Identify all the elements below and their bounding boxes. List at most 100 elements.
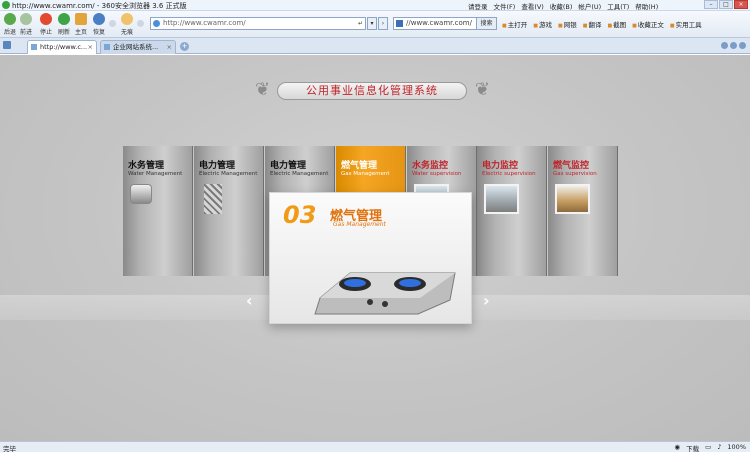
incognito-icon: [121, 13, 133, 25]
forward-arrow-icon: [20, 13, 32, 25]
window-title: http://www.cwamr.com/ - 360安全浏览器 3.6 正式版: [12, 2, 187, 10]
forward-button[interactable]: 前进: [17, 13, 35, 36]
panel-subtitle: Water Management: [128, 171, 183, 177]
menu-favorites[interactable]: 收藏(B): [550, 1, 573, 11]
browser-logo-icon: [2, 1, 10, 9]
card-number: 03: [283, 201, 317, 229]
tab-scroll-left-icon[interactable]: [721, 42, 728, 49]
panel-title: 水务监控: [412, 161, 449, 171]
tool-games[interactable]: 游戏: [533, 19, 552, 29]
menu-bar: 请登录 文件(F) 查看(V) 收藏(B) 帐户(U) 工具(T) 帮助(H): [468, 1, 658, 11]
refresh-icon: [58, 13, 70, 25]
close-icon[interactable]: ×: [734, 0, 748, 9]
tab-home[interactable]: http://www.c... ×: [27, 40, 97, 54]
panel-subtitle: Electric Management: [199, 171, 258, 177]
tab-scroll-right-icon[interactable]: [730, 42, 737, 49]
panel-electric-management[interactable]: 电力管理 Electric Management: [194, 146, 264, 276]
next-arrow[interactable]: ›: [483, 291, 490, 310]
panel-water-management[interactable]: 水务管理 Water Management: [123, 146, 193, 276]
panel-title: 燃气监控: [553, 161, 590, 171]
panel-electric-supervision[interactable]: 电力监控 Electric supervision: [477, 146, 547, 276]
tool-favorite-text[interactable]: 收藏正文: [632, 19, 664, 29]
more-dropdown[interactable]: [135, 20, 145, 27]
restore-dropdown[interactable]: [107, 20, 117, 27]
chevron-down-icon: [136, 20, 144, 27]
maximize-icon[interactable]: □: [719, 0, 733, 9]
panel-subtitle: Electric Management: [270, 171, 329, 177]
restore-label: 恢复: [92, 29, 105, 36]
stop-label: 停止: [39, 29, 52, 36]
water-tap-icon: [130, 184, 152, 204]
menu-tools[interactable]: 工具(T): [607, 1, 629, 11]
card-subtitle: Gas Management: [333, 221, 386, 228]
home-icon: [75, 13, 87, 25]
panel-title: 燃气管理: [341, 161, 378, 171]
menu-help[interactable]: 帮助(H): [635, 1, 658, 11]
stop-button[interactable]: 停止: [37, 13, 55, 36]
title-bar: http://www.cwamr.com/ - 360安全浏览器 3.6 正式版…: [0, 0, 750, 11]
menu-view[interactable]: 查看(V): [521, 1, 544, 11]
restore-button[interactable]: 恢复: [90, 13, 108, 36]
panel-gas-supervision[interactable]: 燃气监控 Gas supervision: [548, 146, 618, 276]
tab-menu-icon[interactable]: [3, 41, 11, 49]
tool-translate[interactable]: 翻译: [583, 19, 601, 29]
menu-login[interactable]: 请登录: [468, 1, 488, 11]
banner-title: 公用事业信息化管理系统: [277, 82, 467, 100]
window-controls: – □ ×: [704, 0, 748, 9]
menu-account[interactable]: 帐户(U): [578, 1, 601, 11]
chevron-down-icon: [108, 20, 116, 27]
detail-card[interactable]: 03 燃气管理 Gas Management: [269, 192, 472, 324]
gas-station-photo: [555, 184, 590, 214]
menu-file[interactable]: 文件(F): [494, 1, 516, 11]
tool-bank[interactable]: 网银: [558, 19, 577, 29]
address-bar[interactable]: http://www.cwamr.com/: [150, 17, 365, 30]
panel-title: 电力管理: [199, 161, 236, 171]
minimize-icon[interactable]: –: [704, 0, 718, 9]
search-button[interactable]: 搜索: [476, 18, 496, 29]
panel-subtitle: Water supervision: [412, 171, 462, 177]
tab-scroll-controls: [721, 42, 746, 49]
ornament-right-icon: ❦: [474, 79, 490, 100]
tab-enterprise[interactable]: 企业网站系统... ×: [100, 40, 176, 54]
panel-title: 电力管理: [270, 161, 307, 171]
substation-photo: [484, 184, 519, 214]
panel-subtitle: Gas Management: [341, 171, 390, 177]
address-go-icon[interactable]: ↵: [356, 17, 366, 30]
toolbar: 后退 前进 停止 刷新 主页 恢复 无痕 http://www.cwamr.co…: [0, 11, 750, 38]
incognito-button[interactable]: 无痕: [118, 13, 136, 36]
tool-screenshot[interactable]: 截图: [607, 19, 626, 29]
close-tab-icon[interactable]: ×: [167, 41, 172, 53]
search-input[interactable]: //www.cwamr.com/: [406, 19, 472, 27]
prev-arrow[interactable]: ‹: [246, 291, 253, 310]
panel-title: 水务管理: [128, 161, 165, 171]
home-button[interactable]: 主页: [72, 13, 90, 36]
new-tab-icon[interactable]: +: [180, 42, 189, 51]
page-icon: [31, 44, 37, 50]
status-bar: 完毕 ◉ 下载 ▭ ♪ 100%: [0, 441, 750, 453]
gas-stove-icon: [314, 272, 456, 315]
incognito-label: 无痕: [120, 29, 133, 36]
restore-icon: [93, 13, 105, 25]
power-tower-icon: [204, 184, 222, 214]
back-arrow-icon: [4, 13, 16, 25]
tool-utilities[interactable]: 实用工具: [670, 19, 702, 29]
tab-label: 企业网站系统...: [113, 43, 159, 51]
system-banner: ❦ 公用事业信息化管理系统 ❦: [255, 77, 490, 105]
panel-subtitle: Gas supervision: [553, 171, 597, 177]
tools-bar: 主打开 游戏 网银 翻译 截图 收藏正文 实用工具: [502, 19, 702, 29]
tab-label: http://www.c...: [40, 43, 88, 51]
tab-bar: http://www.c... × 企业网站系统... ×: [0, 38, 750, 54]
panel-title: 电力监控: [482, 161, 519, 171]
address-dropdown-icon[interactable]: ▾: [367, 17, 377, 30]
go-arrow-icon[interactable]: ›: [378, 17, 388, 30]
search-box[interactable]: //www.cwamr.com/ 搜索: [393, 17, 497, 30]
home-label: 主页: [74, 29, 87, 36]
ornament-left-icon: ❦: [255, 79, 271, 100]
refresh-label: 刷新: [57, 29, 70, 36]
tab-list-icon[interactable]: [739, 42, 746, 49]
forward-label: 前进: [19, 29, 32, 36]
tool-open[interactable]: 主打开: [502, 19, 528, 29]
panel-subtitle: Electric supervision: [482, 171, 536, 177]
refresh-button[interactable]: 刷新: [55, 13, 73, 36]
close-tab-icon[interactable]: ×: [88, 41, 93, 53]
